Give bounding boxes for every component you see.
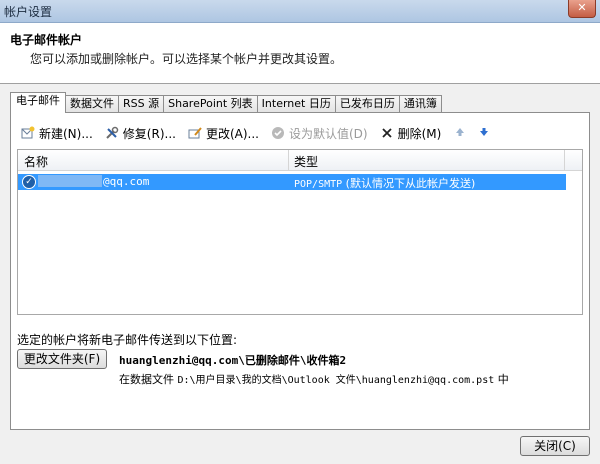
account-row[interactable]: ✓ @qq.com POP/SMTP (默认情况下从此帐户发送) [18,174,566,190]
new-account-label: 新建(N)... [39,126,93,141]
tab-strip: 电子邮件 数据文件 RSS 源 SharePoint 列表 Internet 日… [10,92,442,113]
column-separator[interactable] [288,150,289,170]
arrow-up-icon [453,126,467,140]
repair-label: 修复(R)... [122,126,176,141]
default-account-check-icon: ✓ [22,175,36,189]
tab-address-books[interactable]: 通讯簿 [398,95,442,113]
account-list[interactable]: 名称 类型 ✓ @qq.com POP/SMTP (默认情况下从此帐户发送) [17,149,583,315]
account-type-note: (默认情况下从此帐户发送) [345,177,476,190]
data-file-info: 在数据文件 D:\用户目录\我的文档\Outlook 文件\huanglenzh… [119,371,509,387]
delivery-folder-path: huanglenzhi@qq.com\已删除邮件\收件箱2 [119,354,347,367]
close-button[interactable]: 关闭(C) [520,436,590,456]
arrow-down-icon [477,126,491,140]
data-file-suffix: 中 [497,373,509,386]
account-name: @qq.com [38,175,149,188]
data-file-prefix: 在数据文件 [119,373,174,386]
tab-sharepoint-lists[interactable]: SharePoint 列表 [163,95,258,113]
tab-rss-feeds[interactable]: RSS 源 [118,95,165,113]
close-icon: ✕ [577,1,587,14]
tab-internet-calendars[interactable]: Internet 日历 [256,95,336,113]
column-header-type[interactable]: 类型 [294,153,318,170]
data-file-path: D:\用户目录\我的文档\Outlook 文件\huanglenzhi@qq.c… [177,375,495,386]
dialog-header: 电子邮件帐户 您可以添加或删除帐户。可以选择某个帐户并更改其设置。 [0,23,600,84]
new-account-button[interactable]: 新建(N)... [21,125,93,142]
remove-label: 删除(M) [397,126,442,141]
account-protocol: POP/SMTP [294,179,343,190]
redacted-block [38,175,102,187]
tab-email[interactable]: 电子邮件 [10,92,66,113]
window-title: 帐户设置 [4,5,53,19]
window-close-button[interactable]: ✕ [568,0,596,18]
account-toolbar: 新建(N)... 修复(R)... 更改(A)... 设为默认值(D) 删除(M… [21,123,507,143]
title-bar: 帐户设置 ✕ [0,0,600,23]
repair-button[interactable]: 修复(R)... [105,125,176,142]
set-default-label: 设为默认值(D) [288,126,368,141]
change-icon [188,126,202,140]
move-down-button[interactable] [477,126,495,140]
change-button[interactable]: 更改(A)... [188,125,259,142]
column-header-name[interactable]: 名称 [24,153,48,170]
remove-button[interactable]: 删除(M) [380,125,442,142]
new-icon [21,126,35,140]
email-tab-panel: 新建(N)... 修复(R)... 更改(A)... 设为默认值(D) 删除(M… [10,112,590,430]
check-circle-icon [271,126,285,140]
move-up-button[interactable] [453,126,471,140]
account-type: POP/SMTP (默认情况下从此帐户发送) [294,175,475,191]
change-folder-button[interactable]: 更改文件夹(F) [17,349,107,369]
delete-x-icon [380,126,394,140]
change-label: 更改(A)... [205,126,259,141]
tools-icon [105,126,119,140]
header-title: 电子邮件帐户 [10,33,83,47]
column-separator[interactable] [564,150,565,170]
tab-data-files[interactable]: 数据文件 [65,95,119,113]
set-default-button[interactable]: 设为默认值(D) [271,125,368,142]
delivery-label: 选定的帐户将新电子邮件传送到以下位置: [17,333,238,347]
tab-published-calendars[interactable]: 已发布日历 [334,95,400,113]
account-list-header: 名称 类型 [18,150,582,171]
header-subtitle: 您可以添加或删除帐户。可以选择某个帐户并更改其设置。 [30,52,343,66]
